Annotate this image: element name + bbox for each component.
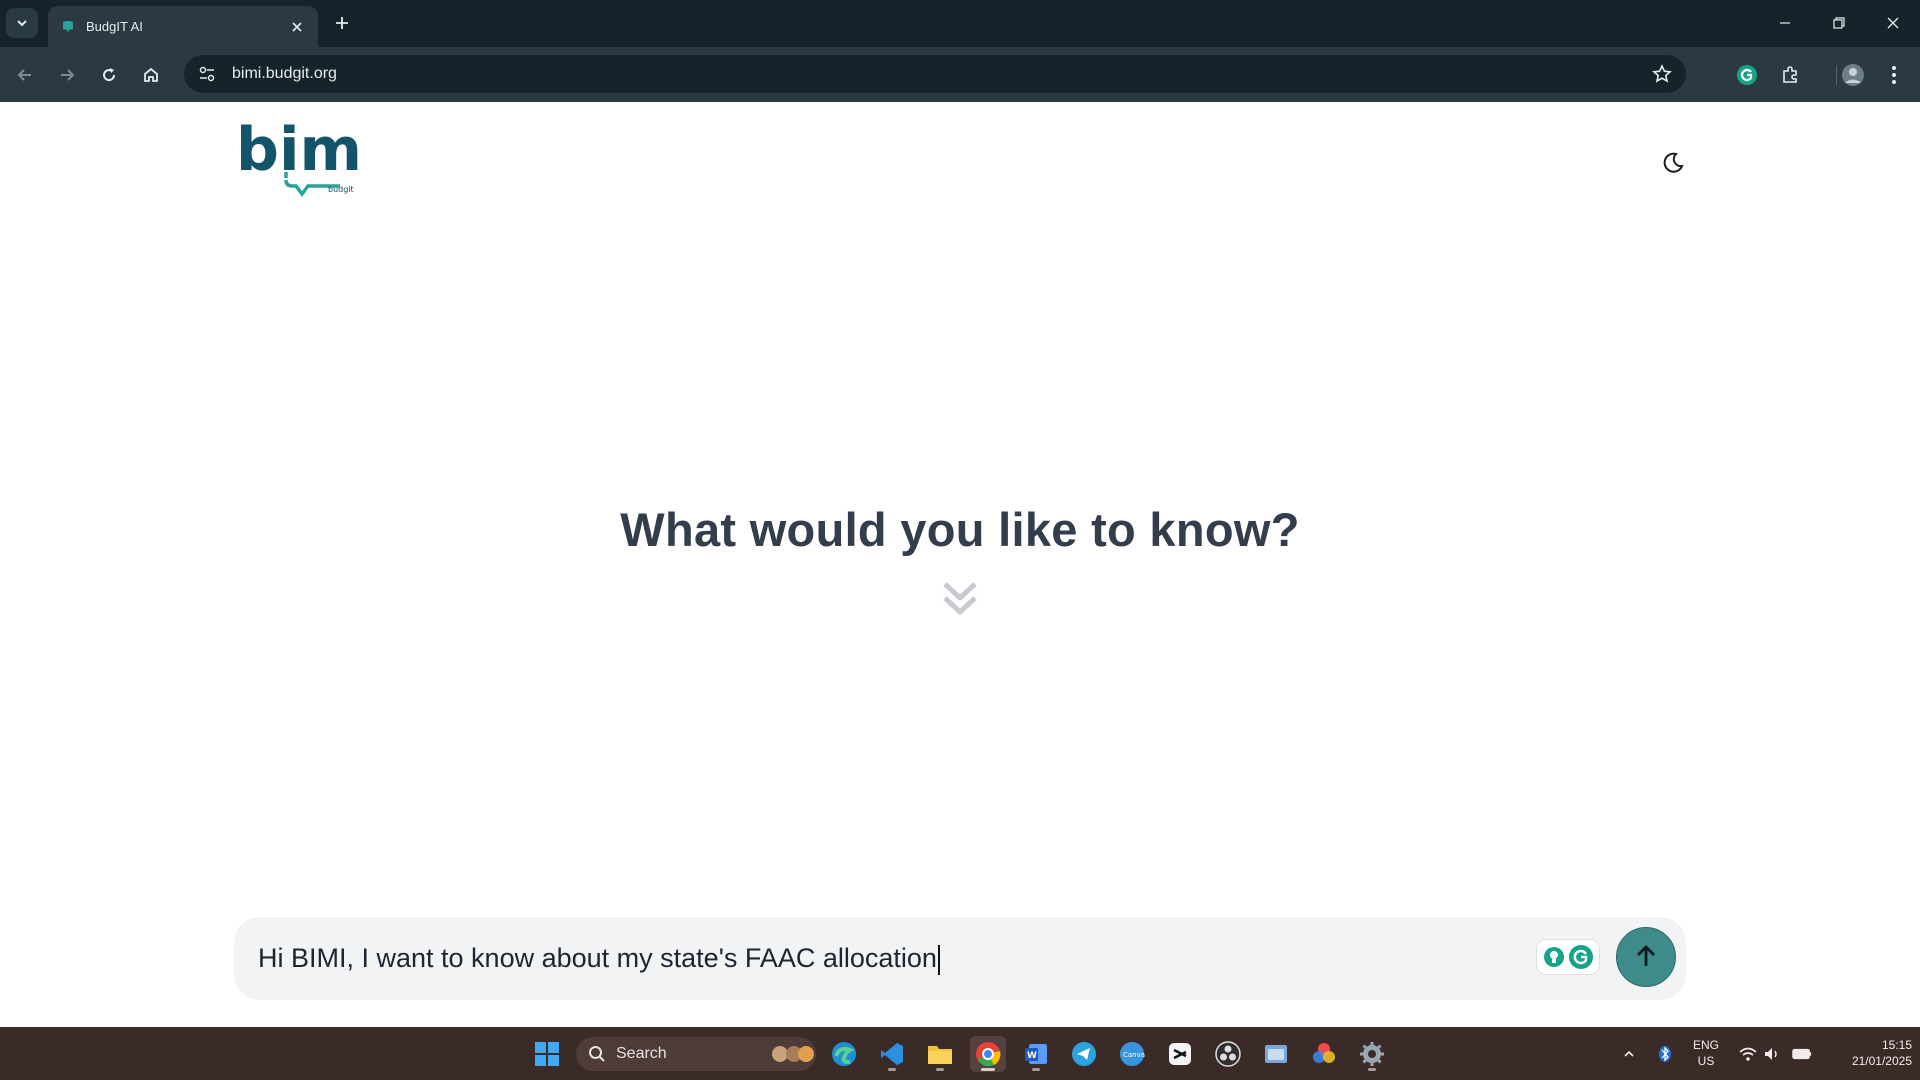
show-hidden-icons-chevron-icon[interactable] xyxy=(1619,1044,1639,1064)
address-bar[interactable]: bimi.budgit.org xyxy=(184,55,1686,93)
url-text[interactable]: bimi.budgit.org xyxy=(232,65,1648,83)
reload-icon xyxy=(103,68,116,82)
close-window-button[interactable] xyxy=(1870,6,1916,40)
running-indicator xyxy=(888,1068,896,1071)
color-picker-icon[interactable] xyxy=(1306,1036,1342,1072)
svg-text:Canva: Canva xyxy=(1123,1051,1145,1059)
wifi-icon[interactable] xyxy=(1738,1044,1758,1064)
battery-icon[interactable] xyxy=(1792,1044,1812,1064)
close-tab-icon[interactable] xyxy=(288,18,306,36)
vscode-icon[interactable] xyxy=(874,1036,910,1072)
search-icon xyxy=(589,1046,605,1062)
clock[interactable]: 15:15 21/01/2025 xyxy=(1822,1037,1912,1069)
grammarly-extension-icon[interactable] xyxy=(1731,59,1763,91)
browser-toolbar: bimi.budgit.org xyxy=(0,47,1920,102)
favicon-icon xyxy=(63,20,73,33)
search-label: Search xyxy=(616,1045,667,1062)
canva-icon[interactable]: Canva xyxy=(1114,1036,1150,1072)
obs-icon[interactable] xyxy=(1210,1036,1246,1072)
running-indicator xyxy=(1368,1068,1376,1071)
reload-button[interactable] xyxy=(93,59,125,91)
capcut-icon[interactable] xyxy=(1162,1036,1198,1072)
moon-icon xyxy=(1663,152,1684,173)
arrow-left-icon xyxy=(17,69,31,81)
text-caret xyxy=(937,944,940,975)
settings-icon[interactable] xyxy=(1354,1036,1390,1072)
tab-search-button[interactable] xyxy=(6,8,38,38)
arrow-right-icon xyxy=(61,69,75,81)
word-icon[interactable]: W xyxy=(1018,1036,1054,1072)
tab-title: BudgIT AI xyxy=(86,19,143,34)
site-info-icon[interactable] xyxy=(196,63,218,85)
prompt-input[interactable]: Hi BIMI, I want to know about my state's… xyxy=(234,917,1686,1000)
volume-icon[interactable] xyxy=(1762,1044,1782,1064)
bimi-page: bimi budgit What would you like to know?… xyxy=(0,102,1920,1027)
home-icon xyxy=(144,67,158,82)
home-button[interactable] xyxy=(135,59,167,91)
svg-text:budgit: budgit xyxy=(328,185,354,194)
chrome-icon[interactable] xyxy=(970,1036,1006,1072)
page-heading: What would you like to know? xyxy=(620,503,1300,556)
running-indicator xyxy=(981,1068,995,1071)
back-button[interactable] xyxy=(9,59,41,91)
arrow-up-icon xyxy=(1637,945,1655,966)
plus-icon xyxy=(336,17,348,29)
browser-tab-strip: BudgIT AI xyxy=(0,0,1920,47)
svg-text:bimi: bimi xyxy=(236,118,366,185)
grammarly-g-icon xyxy=(1568,945,1593,969)
prompt-text[interactable]: Hi BIMI, I want to know about my state's… xyxy=(258,943,937,973)
tab-budgit-ai[interactable]: BudgIT AI xyxy=(48,6,318,47)
telegram-icon[interactable] xyxy=(1066,1036,1102,1072)
file-explorer-icon[interactable] xyxy=(922,1036,958,1072)
running-indicator xyxy=(936,1068,944,1071)
grammarly-bulb-icon xyxy=(1543,947,1564,967)
screenshot-icon[interactable] xyxy=(1258,1036,1294,1072)
running-indicator xyxy=(1032,1068,1040,1071)
start-icon[interactable] xyxy=(529,1036,565,1072)
double-chevron-down-icon xyxy=(943,582,977,615)
chevron-down-icon xyxy=(17,20,27,27)
taskbar-search[interactable]: Search xyxy=(576,1037,816,1071)
search-highlight-icon xyxy=(772,1046,814,1062)
grammarly-widget[interactable] xyxy=(1536,939,1600,975)
bluetooth-icon[interactable] xyxy=(1655,1044,1675,1064)
profile-avatar[interactable] xyxy=(1837,59,1869,91)
windows-taskbar: Search W Canva ENG US 15:15 21/01/2025 xyxy=(0,1027,1920,1080)
theme-toggle-button[interactable] xyxy=(1656,146,1690,180)
svg-text:W: W xyxy=(1027,1051,1037,1061)
edge-icon[interactable] xyxy=(826,1036,862,1072)
send-button[interactable] xyxy=(1616,927,1676,987)
new-tab-button[interactable] xyxy=(330,11,354,35)
minimize-button[interactable] xyxy=(1762,6,1808,40)
bookmark-star-icon[interactable] xyxy=(1648,60,1676,88)
browser-menu-icon[interactable] xyxy=(1878,59,1910,91)
forward-button[interactable] xyxy=(51,59,83,91)
restore-button[interactable] xyxy=(1816,6,1862,40)
extensions-puzzle-icon[interactable] xyxy=(1774,59,1806,91)
language-indicator[interactable]: ENG US xyxy=(1686,1037,1726,1069)
bimi-logo[interactable]: bimi budgit xyxy=(236,115,383,204)
